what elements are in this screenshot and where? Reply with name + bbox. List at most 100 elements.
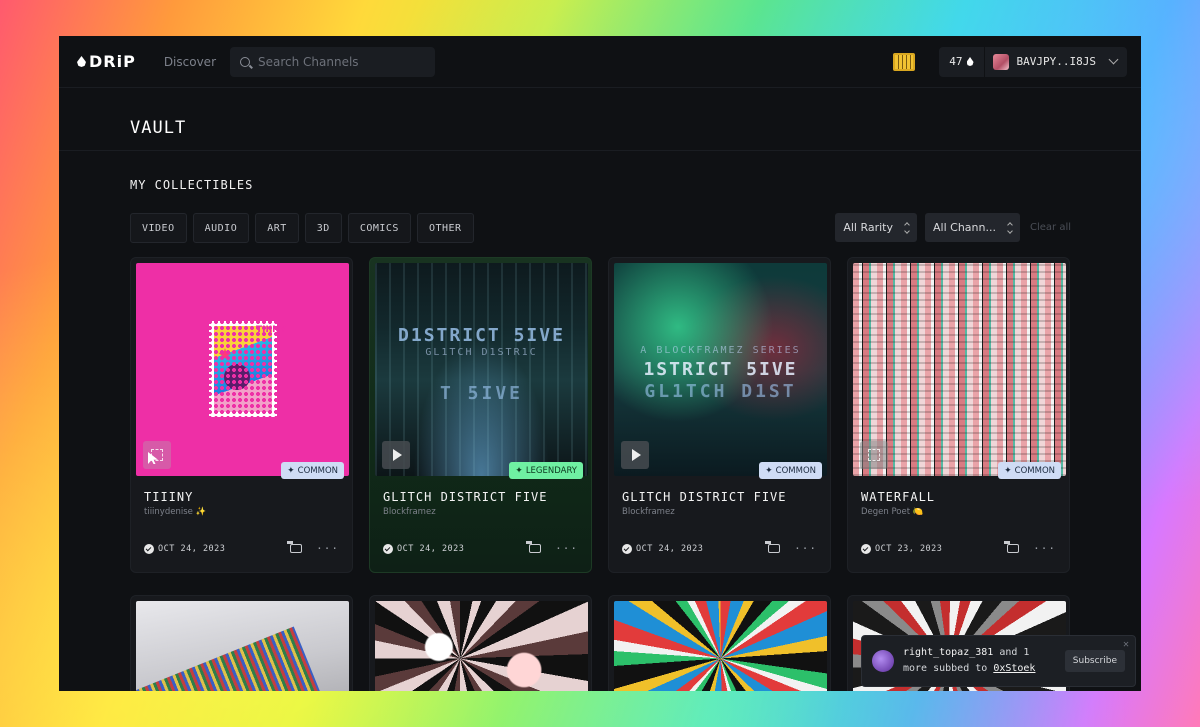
subscribe-toast: right_topaz_381 and 1 more subbed to 0xS… <box>861 635 1136 687</box>
close-icon[interactable]: ✕ <box>1123 639 1129 650</box>
filter-comics[interactable]: COMICS <box>347 213 411 243</box>
card-date: OCT 23, 2023 <box>875 543 943 554</box>
card-date: OCT 24, 2023 <box>636 543 704 554</box>
play-icon[interactable] <box>382 441 410 469</box>
play-icon[interactable] <box>621 441 649 469</box>
section-title: MY COLLECTIBLES <box>130 178 254 192</box>
card-thumbnail[interactable] <box>853 263 1066 476</box>
stamp-artwork <box>209 321 277 417</box>
thumbnail-overlay-text: D1STRICT 5IVE <box>398 325 565 346</box>
rarity-badge: ✦ COMMON <box>759 462 822 479</box>
avatar <box>872 650 894 672</box>
verified-icon <box>144 543 154 554</box>
divider <box>59 150 1141 151</box>
send-icon[interactable] <box>526 541 542 553</box>
app-window: DRiP Discover 47 BAVJPY..I8JS VAULT MY C… <box>59 36 1141 691</box>
expand-icon[interactable] <box>143 441 171 469</box>
drop-icon <box>77 56 86 67</box>
sparkle-icon: ✦ <box>287 465 295 476</box>
more-icon[interactable]: ··· <box>316 542 339 555</box>
avatar <box>992 53 1009 70</box>
sparkle-icon: ✦ <box>1004 465 1012 476</box>
logo-text: DRiP <box>89 52 136 71</box>
stamp-label: TIIINY <box>256 325 287 335</box>
card-title[interactable]: GLITCH DISTRICT FIVE <box>383 490 586 504</box>
card-creator[interactable]: Blockframez <box>622 507 825 517</box>
search-input[interactable] <box>258 54 418 69</box>
filter-audio[interactable]: AUDIO <box>192 213 250 243</box>
more-icon[interactable]: ··· <box>1033 542 1056 555</box>
card-thumbnail[interactable] <box>614 601 827 691</box>
channels-select-value: All Chann... <box>933 221 996 234</box>
collectible-card[interactable]: TIIINY ✦ COMMON TIIINY tiiinydenise ✨ OCT… <box>130 257 353 573</box>
collectibles-grid: TIIINY ✦ COMMON TIIINY tiiinydenise ✨ OCT… <box>130 257 1070 691</box>
top-header: DRiP Discover 47 BAVJPY..I8JS <box>59 36 1141 88</box>
drop-icon <box>966 57 974 66</box>
drop-balance: 47 <box>939 46 985 77</box>
thumbnail-overlay-low: GL1TCH D1ST <box>644 381 797 402</box>
card-thumbnail[interactable]: TIIINY <box>136 263 349 476</box>
thumbnail-overlay-sub: A BLOCKFRAMEZ SERIES <box>640 345 801 356</box>
send-icon[interactable] <box>765 541 781 553</box>
toast-user: right_topaz_381 <box>903 647 994 658</box>
clear-all-button[interactable]: Clear all <box>1030 222 1071 233</box>
rarity-select[interactable]: All Rarity <box>835 213 918 242</box>
verified-icon <box>861 543 871 554</box>
card-title[interactable]: GLITCH DISTRICT FIVE <box>622 490 825 504</box>
card-thumbnail[interactable]: D1STRICT 5IVE GL1TCH D1STR1C T 5IVE <box>375 263 588 476</box>
card-footer: OCT 24, 2023 ··· <box>383 541 578 555</box>
user-button[interactable]: BAVJPY..I8JS <box>985 53 1127 70</box>
card-thumbnail[interactable]: A BLOCKFRAMEZ SERIES 1STRICT 5IVE GL1TCH… <box>614 263 827 476</box>
toast-channel-link[interactable]: 0xStoek <box>993 663 1035 674</box>
card-footer: OCT 23, 2023 ··· <box>861 541 1056 555</box>
rarity-select-value: All Rarity <box>843 221 894 234</box>
send-icon[interactable] <box>287 541 303 553</box>
more-icon[interactable]: ··· <box>794 542 817 555</box>
collectible-card[interactable] <box>369 595 592 691</box>
page-title: VAULT <box>130 118 187 138</box>
updown-icon <box>1007 221 1013 234</box>
card-thumbnail[interactable] <box>375 601 588 691</box>
rarity-badge: ✦ LEGENDARY <box>509 462 583 479</box>
channels-select[interactable]: All Chann... <box>925 213 1020 242</box>
card-creator[interactable]: Blockframez <box>383 507 586 517</box>
thumbnail-overlay-low: T 5IVE <box>439 383 524 404</box>
collectible-card[interactable]: D1STRICT 5IVE GL1TCH D1STR1C T 5IVE ✦ LEG… <box>369 257 592 573</box>
select-filters: All Rarity All Chann... Clear all <box>835 213 1071 242</box>
rarity-badge: ✦ COMMON <box>998 462 1061 479</box>
verified-icon <box>622 543 632 554</box>
chevron-down-icon <box>1108 54 1119 65</box>
filter-art[interactable]: ART <box>255 213 299 243</box>
collectible-card[interactable] <box>608 595 831 691</box>
card-title[interactable]: WATERFALL <box>861 490 1064 504</box>
account-menu[interactable]: 47 BAVJPY..I8JS <box>939 46 1127 77</box>
nav-discover-link[interactable]: Discover <box>164 55 216 69</box>
toast-message: right_topaz_381 and 1 more subbed to 0xS… <box>903 645 1053 677</box>
username: BAVJPY..I8JS <box>1016 55 1096 68</box>
category-filters: VIDEO AUDIO ART 3D COMICS OTHER <box>130 213 474 243</box>
more-icon[interactable]: ··· <box>555 542 578 555</box>
search-icon <box>240 56 250 67</box>
collectible-card[interactable] <box>130 595 353 691</box>
card-title[interactable]: TIIINY <box>144 490 347 504</box>
updown-icon <box>904 221 910 234</box>
collectible-card[interactable]: A BLOCKFRAMEZ SERIES 1STRICT 5IVE GL1TCH… <box>608 257 831 573</box>
card-date: OCT 24, 2023 <box>397 543 465 554</box>
filter-video[interactable]: VIDEO <box>130 213 187 243</box>
thumbnail-overlay-sub: GL1TCH D1STR1C <box>425 347 538 358</box>
expand-icon[interactable] <box>860 441 888 469</box>
card-creator[interactable]: Degen Poet 🍋 <box>861 507 1064 517</box>
sparkle-icon: ✦ <box>765 465 773 476</box>
collectible-card[interactable]: ✦ COMMON WATERFALL Degen Poet 🍋 OCT 23, 2… <box>847 257 1070 573</box>
card-thumbnail[interactable] <box>136 601 349 691</box>
search-box[interactable] <box>230 46 435 77</box>
verified-icon <box>383 543 393 554</box>
subscribe-button[interactable]: Subscribe <box>1064 650 1125 672</box>
rarity-badge: ✦ COMMON <box>281 462 344 479</box>
card-creator[interactable]: tiiinydenise ✨ <box>144 507 347 517</box>
drip-logo[interactable]: DRiP <box>77 52 136 71</box>
filter-3d[interactable]: 3D <box>304 213 342 243</box>
pixel-badge-icon[interactable] <box>893 52 916 71</box>
filter-other[interactable]: OTHER <box>416 213 474 243</box>
send-icon[interactable] <box>1004 541 1020 553</box>
